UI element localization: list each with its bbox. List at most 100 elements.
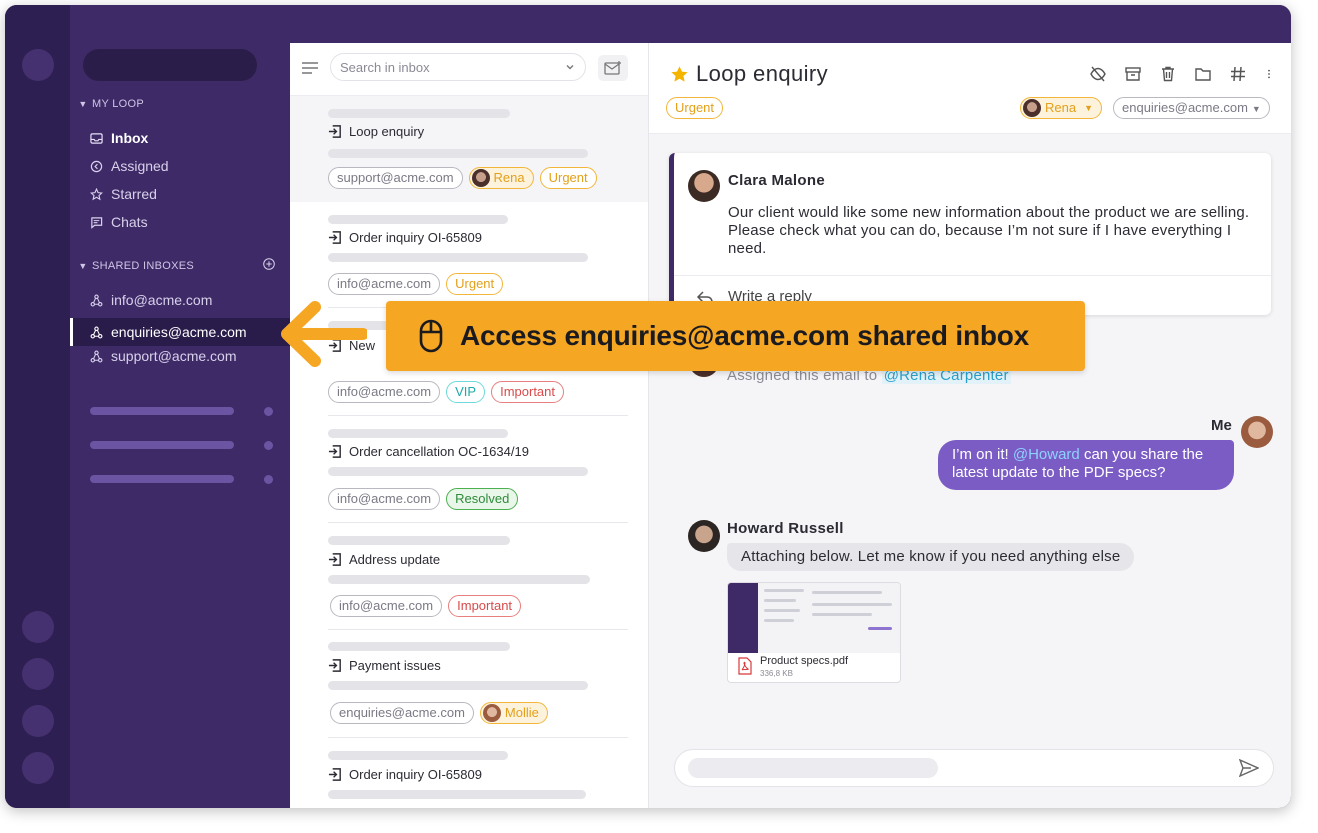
- skeleton-line: [328, 215, 508, 224]
- app-window: ▼ MY LOOP Inbox Assigned Starred Chats ▼…: [5, 5, 1291, 808]
- sidebar-item-info-inbox[interactable]: info@acme.com: [90, 289, 212, 311]
- mouse-icon: [419, 319, 443, 353]
- sidebar-item-assigned[interactable]: Assigned: [90, 155, 169, 177]
- list-item-payment-issues[interactable]: Payment issues enquiries@acme.com Mollie: [290, 630, 648, 738]
- chat-composer[interactable]: [674, 749, 1274, 787]
- send-icon[interactable]: [1239, 759, 1259, 777]
- skeleton-line: [328, 575, 590, 584]
- sidebar-search[interactable]: [83, 49, 257, 81]
- incoming-icon: [328, 231, 341, 244]
- conversation-title: Payment issues: [328, 658, 441, 673]
- skeleton-line: [328, 536, 510, 545]
- sidebar-item-starred[interactable]: Starred: [90, 183, 157, 205]
- conversation-subject: Loop enquiry: [696, 61, 829, 86]
- incoming-icon: [328, 768, 341, 781]
- rail-button[interactable]: [22, 752, 54, 784]
- resolved-tag: Resolved: [446, 488, 519, 510]
- rail-button[interactable]: [22, 611, 54, 643]
- compose-button[interactable]: [598, 55, 628, 81]
- mention[interactable]: @Howard: [1013, 446, 1080, 463]
- conversation-list: Loop enquiry support@acme.com Rena Urgen…: [290, 43, 649, 808]
- incoming-icon: [328, 445, 341, 458]
- inbox-tag: support@acme.com: [328, 167, 463, 189]
- tag-row: enquiries@acme.com Mollie: [330, 702, 548, 724]
- attachment-preview: [728, 583, 900, 653]
- chevron-down-icon[interactable]: [564, 61, 576, 73]
- shared-inboxes-section[interactable]: ▼ SHARED INBOXES: [78, 260, 194, 272]
- sidebar-item-support-inbox[interactable]: support@acme.com: [90, 345, 236, 367]
- vip-tag: VIP: [446, 381, 486, 403]
- callout-text: Access enquiries@acme.com shared inbox: [460, 320, 1030, 351]
- unfollow-icon[interactable]: [1089, 65, 1107, 83]
- list-toolbar: [290, 43, 648, 96]
- workspace-avatar[interactable]: [22, 49, 54, 81]
- pdf-icon: [738, 657, 752, 675]
- status-tag[interactable]: Urgent: [666, 97, 724, 119]
- chat-icon: [91, 216, 103, 229]
- inbox-tag: info@acme.com: [328, 488, 441, 510]
- inbox-tag: info@acme.com: [330, 595, 443, 617]
- other-message-bubble: Attaching below. Let me know if you need…: [727, 543, 1135, 571]
- preview-line: [812, 613, 872, 616]
- conversation-panel: Loop enquiry Urgent Rena ▼ enquiries@acme…: [649, 43, 1291, 808]
- trash-icon[interactable]: [1159, 65, 1177, 83]
- skeleton-line: [328, 253, 588, 262]
- urgent-tag: Urgent: [539, 167, 597, 189]
- callout-arrow-icon: [281, 301, 367, 367]
- assignee-dropdown[interactable]: Rena ▼: [1020, 97, 1102, 119]
- inbox-dropdown[interactable]: enquiries@acme.com ▼: [1113, 97, 1270, 119]
- my-message-bubble: I’m on it! @Howard can you share the lat…: [938, 440, 1234, 490]
- list-item-address-update[interactable]: Address update info@acme.com Important: [290, 523, 648, 630]
- conversation-title: Order inquiry OI-65809: [328, 767, 482, 782]
- star-icon[interactable]: [670, 65, 689, 84]
- preview-line: [764, 619, 794, 622]
- preview-line: [764, 589, 804, 592]
- email-body: Our client would like some new informati…: [728, 204, 1250, 257]
- list-item-order-inquiry-2[interactable]: Order inquiry OI-65809: [290, 738, 648, 808]
- rail-button[interactable]: [22, 658, 54, 690]
- placeholder-item: [90, 407, 234, 415]
- rail-button[interactable]: [22, 705, 54, 737]
- tag-row: info@acme.com VIP Important: [328, 381, 565, 403]
- placeholder-item: [90, 475, 234, 483]
- incoming-icon: [328, 125, 341, 138]
- inbox-tag: info@acme.com: [328, 273, 441, 295]
- chevron-down-icon: ▼: [78, 99, 88, 109]
- message-author: Howard Russell: [727, 520, 844, 537]
- preview-line: [812, 603, 892, 606]
- my-loop-section[interactable]: ▼ MY LOOP: [78, 98, 144, 110]
- conversation-title: Address update: [328, 552, 440, 567]
- placeholder-dot: [264, 407, 273, 416]
- skeleton-line: [328, 467, 588, 476]
- incoming-icon: [328, 659, 341, 672]
- hashtag-icon[interactable]: [1229, 65, 1247, 83]
- more-icon[interactable]: [1264, 65, 1274, 83]
- sidebar-item-inbox[interactable]: Inbox: [90, 127, 148, 149]
- archive-icon[interactable]: [1124, 65, 1142, 83]
- sidebar-item-enquiries-inbox[interactable]: enquiries@acme.com: [90, 321, 247, 343]
- email-sender: Clara Malone: [728, 172, 825, 189]
- conversation-title: Order cancellation OC-1634/19: [328, 444, 529, 459]
- avatar: [1241, 416, 1273, 448]
- placeholder-dot: [264, 475, 273, 484]
- attachment-size: 336,8 KB: [760, 669, 793, 678]
- header-actions: [1089, 65, 1274, 83]
- preview-sidebar: [728, 583, 758, 653]
- shared-inbox-icon: [90, 350, 103, 362]
- tag-row: support@acme.com Rena Urgent: [328, 167, 597, 189]
- list-item-loop-enquiry[interactable]: Loop enquiry support@acme.com Rena Urgen…: [290, 96, 648, 202]
- attachment-card[interactable]: Product specs.pdf 336,8 KB: [727, 582, 901, 683]
- sidebar-item-chats[interactable]: Chats: [90, 211, 148, 233]
- chevron-down-icon: ▼: [78, 261, 88, 271]
- message-author: Me: [1211, 417, 1232, 434]
- search-box: [330, 53, 586, 81]
- menu-icon[interactable]: [302, 62, 318, 74]
- add-inbox-icon[interactable]: [263, 258, 275, 270]
- list-item-order-cancellation[interactable]: Order cancellation OC-1634/19 info@acme.…: [290, 416, 648, 523]
- folder-icon[interactable]: [1194, 65, 1212, 83]
- chevron-down-icon: ▼: [1084, 103, 1093, 113]
- skeleton-line: [328, 751, 508, 760]
- search-input[interactable]: [331, 54, 550, 80]
- conversation-title: Order inquiry OI-65809: [328, 230, 482, 245]
- list-item-order-inquiry[interactable]: Order inquiry OI-65809 info@acme.com Urg…: [290, 202, 648, 308]
